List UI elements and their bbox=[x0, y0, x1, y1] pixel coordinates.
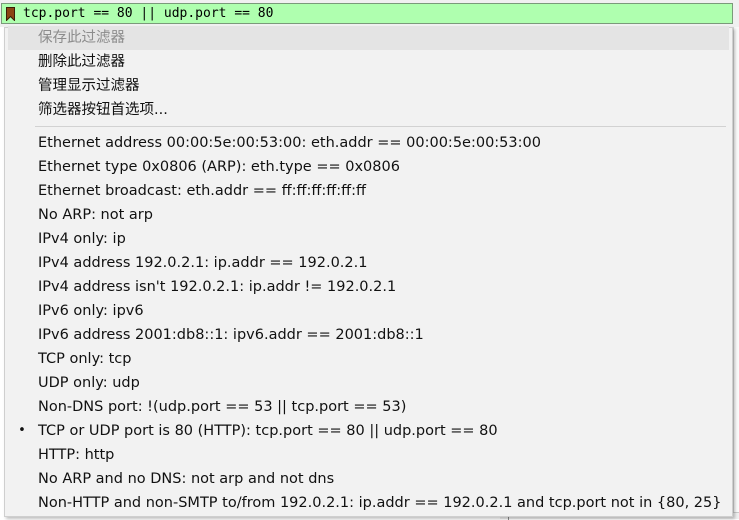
saved-filter-label: IPv6 address 2001:db8::1: ipv6.addr == 2… bbox=[38, 327, 424, 343]
remove-filter-menu-item[interactable]: 删除此过滤器 bbox=[8, 50, 729, 74]
saved-filter-item[interactable]: Ethernet address 00:00:5e:00:53:00: eth.… bbox=[8, 131, 729, 155]
saved-filter-label: Ethernet type 0x0806 (ARP): eth.type == … bbox=[38, 159, 400, 175]
saved-filter-item[interactable]: Ethernet broadcast: eth.addr == ff:ff:ff… bbox=[8, 179, 729, 203]
saved-filter-item-selected[interactable]: • TCP or UDP port is 80 (HTTP): tcp.port… bbox=[8, 419, 729, 443]
save-filter-menu-item[interactable]: 保存此过滤器 bbox=[8, 26, 729, 50]
menu-separator bbox=[35, 126, 726, 127]
saved-filter-label: No ARP: not arp bbox=[38, 207, 153, 223]
saved-filter-item[interactable]: IPv4 only: ip bbox=[8, 227, 729, 251]
display-filter-toolbar: tcp.port == 80 || udp.port == 80 bbox=[0, 0, 739, 27]
display-filter-input[interactable]: tcp.port == 80 || udp.port == 80 bbox=[1, 3, 733, 24]
saved-filter-item[interactable]: Non-HTTP and non-SMTP to/from 192.0.2.1:… bbox=[8, 491, 729, 515]
menu-item-label: 筛选器按钮首选项... bbox=[38, 102, 168, 118]
selected-bullet-icon: • bbox=[18, 423, 26, 438]
saved-filter-label: IPv6 only: ipv6 bbox=[38, 303, 144, 319]
saved-filter-item[interactable]: IPv4 address isn't 192.0.2.1: ip.addr !=… bbox=[8, 275, 729, 299]
menu-item-label: 删除此过滤器 bbox=[38, 54, 125, 70]
saved-filter-item[interactable]: No ARP and no DNS: not arp and not dns bbox=[8, 467, 729, 491]
menu-item-label: 保存此过滤器 bbox=[38, 30, 125, 46]
saved-filter-label: IPv4 address isn't 192.0.2.1: ip.addr !=… bbox=[38, 279, 397, 295]
menu-item-label: 管理显示过滤器 bbox=[38, 78, 140, 94]
saved-filter-label: TCP only: tcp bbox=[38, 351, 132, 367]
main-window-edge bbox=[733, 27, 739, 519]
saved-filter-item[interactable]: HTTP: http bbox=[8, 443, 729, 467]
filter-expression-text: tcp.port == 80 || udp.port == 80 bbox=[23, 6, 274, 21]
filter-button-preferences-menu-item[interactable]: 筛选器按钮首选项... bbox=[8, 98, 729, 122]
saved-filter-item[interactable]: IPv6 only: ipv6 bbox=[8, 299, 729, 323]
filter-bookmark-button[interactable] bbox=[3, 5, 18, 22]
saved-filter-label: HTTP: http bbox=[38, 447, 115, 463]
saved-filter-label: IPv4 only: ip bbox=[38, 231, 126, 247]
saved-filter-label: IPv4 address 192.0.2.1: ip.addr == 192.0… bbox=[38, 255, 368, 271]
saved-filter-item[interactable]: IPv4 address 192.0.2.1: ip.addr == 192.0… bbox=[8, 251, 729, 275]
saved-filter-label: UDP only: udp bbox=[38, 375, 140, 391]
bookmark-icon bbox=[6, 6, 15, 21]
saved-filter-label: Non-DNS port: !(udp.port == 53 || tcp.po… bbox=[38, 399, 407, 415]
saved-filter-label: No ARP and no DNS: not arp and not dns bbox=[38, 471, 335, 487]
saved-filter-label: Ethernet address 00:00:5e:00:53:00: eth.… bbox=[38, 135, 541, 151]
filter-bookmark-menu: 保存此过滤器 删除此过滤器 管理显示过滤器 筛选器按钮首选项... Ethern… bbox=[4, 26, 733, 517]
saved-filter-label: Non-HTTP and non-SMTP to/from 192.0.2.1:… bbox=[38, 495, 722, 511]
saved-filter-item[interactable]: Ethernet type 0x0806 (ARP): eth.type == … bbox=[8, 155, 729, 179]
manage-display-filters-menu-item[interactable]: 管理显示过滤器 bbox=[8, 74, 729, 98]
saved-filter-item[interactable]: TCP only: tcp bbox=[8, 347, 729, 371]
saved-filter-item[interactable]: Non-DNS port: !(udp.port == 53 || tcp.po… bbox=[8, 395, 729, 419]
saved-filter-item[interactable]: IPv6 address 2001:db8::1: ipv6.addr == 2… bbox=[8, 323, 729, 347]
saved-filter-label: TCP or UDP port is 80 (HTTP): tcp.port =… bbox=[38, 423, 498, 439]
saved-filter-item[interactable]: No ARP: not arp bbox=[8, 203, 729, 227]
saved-filter-item[interactable]: UDP only: udp bbox=[8, 371, 729, 395]
saved-filter-label: Ethernet broadcast: eth.addr == ff:ff:ff… bbox=[38, 183, 367, 199]
